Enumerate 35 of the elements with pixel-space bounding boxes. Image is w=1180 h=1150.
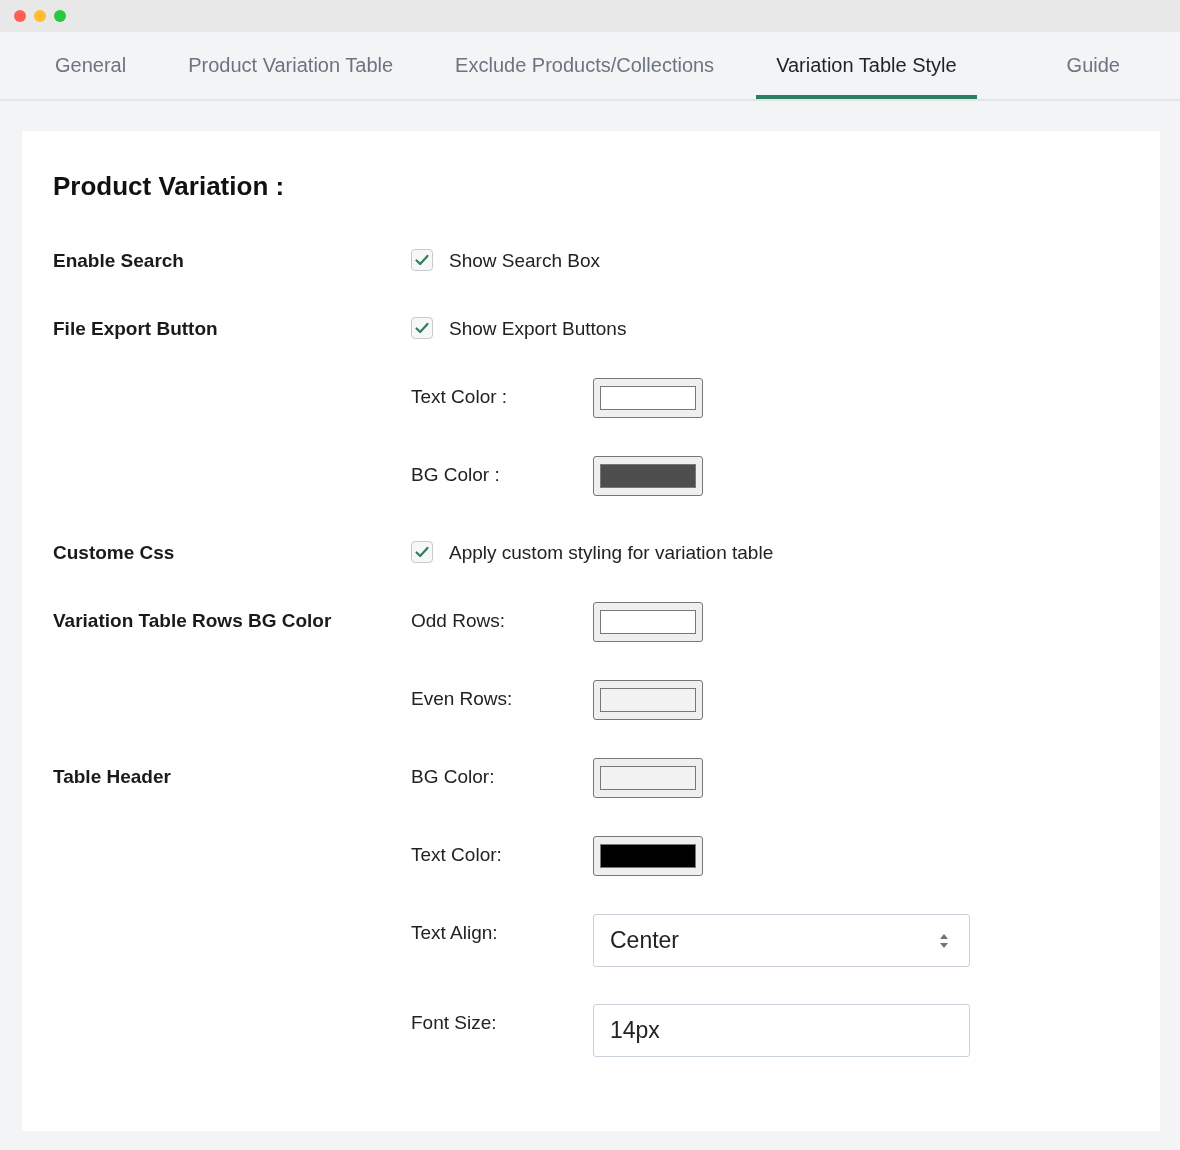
color-picker[interactable]: [593, 456, 703, 496]
setting-label: Variation Table Rows BG Color: [53, 609, 333, 633]
select-field[interactable]: Center: [593, 914, 970, 967]
setting-label: Table Header: [53, 765, 172, 789]
field-label: Text Color:: [411, 843, 503, 866]
checkbox-label: Show Search Box: [449, 249, 601, 272]
checkbox-label: Apply custom styling for variation table: [449, 541, 774, 564]
color-picker[interactable]: [593, 680, 703, 720]
field-label: Text Align:: [411, 921, 499, 944]
checkbox-label: Show Export Buttons: [449, 317, 627, 340]
field-label: BG Color :: [411, 463, 501, 486]
setting-label: File Export Button: [53, 317, 219, 341]
color-picker[interactable]: [593, 602, 703, 642]
close-button[interactable]: [14, 10, 26, 22]
tab[interactable]: Exclude Products/Collections: [435, 32, 735, 99]
field-label: BG Color:: [411, 765, 496, 788]
field-label: Even Rows:: [411, 687, 514, 710]
color-picker[interactable]: [593, 758, 703, 798]
checkbox[interactable]: [411, 541, 433, 563]
color-picker[interactable]: [593, 378, 703, 418]
input-field[interactable]: 14px: [593, 1004, 970, 1057]
field-label: Font Size:: [411, 1011, 498, 1034]
sort-arrows-icon: [939, 932, 949, 949]
section-heading: Product Variation :: [53, 171, 286, 202]
checkbox[interactable]: [411, 249, 433, 271]
field-label: Odd Rows:: [411, 609, 506, 632]
checkbox[interactable]: [411, 317, 433, 339]
setting-label: Enable Search: [53, 249, 185, 273]
tab[interactable]: Guide: [1046, 32, 1140, 99]
setting-label: Custome Css: [53, 541, 176, 565]
tab[interactable]: General: [35, 32, 147, 99]
color-picker[interactable]: [593, 836, 703, 876]
field-label: Text Color :: [411, 385, 509, 408]
tab[interactable]: Variation Table Style: [756, 32, 977, 99]
tab[interactable]: Product Variation Table: [168, 32, 414, 99]
